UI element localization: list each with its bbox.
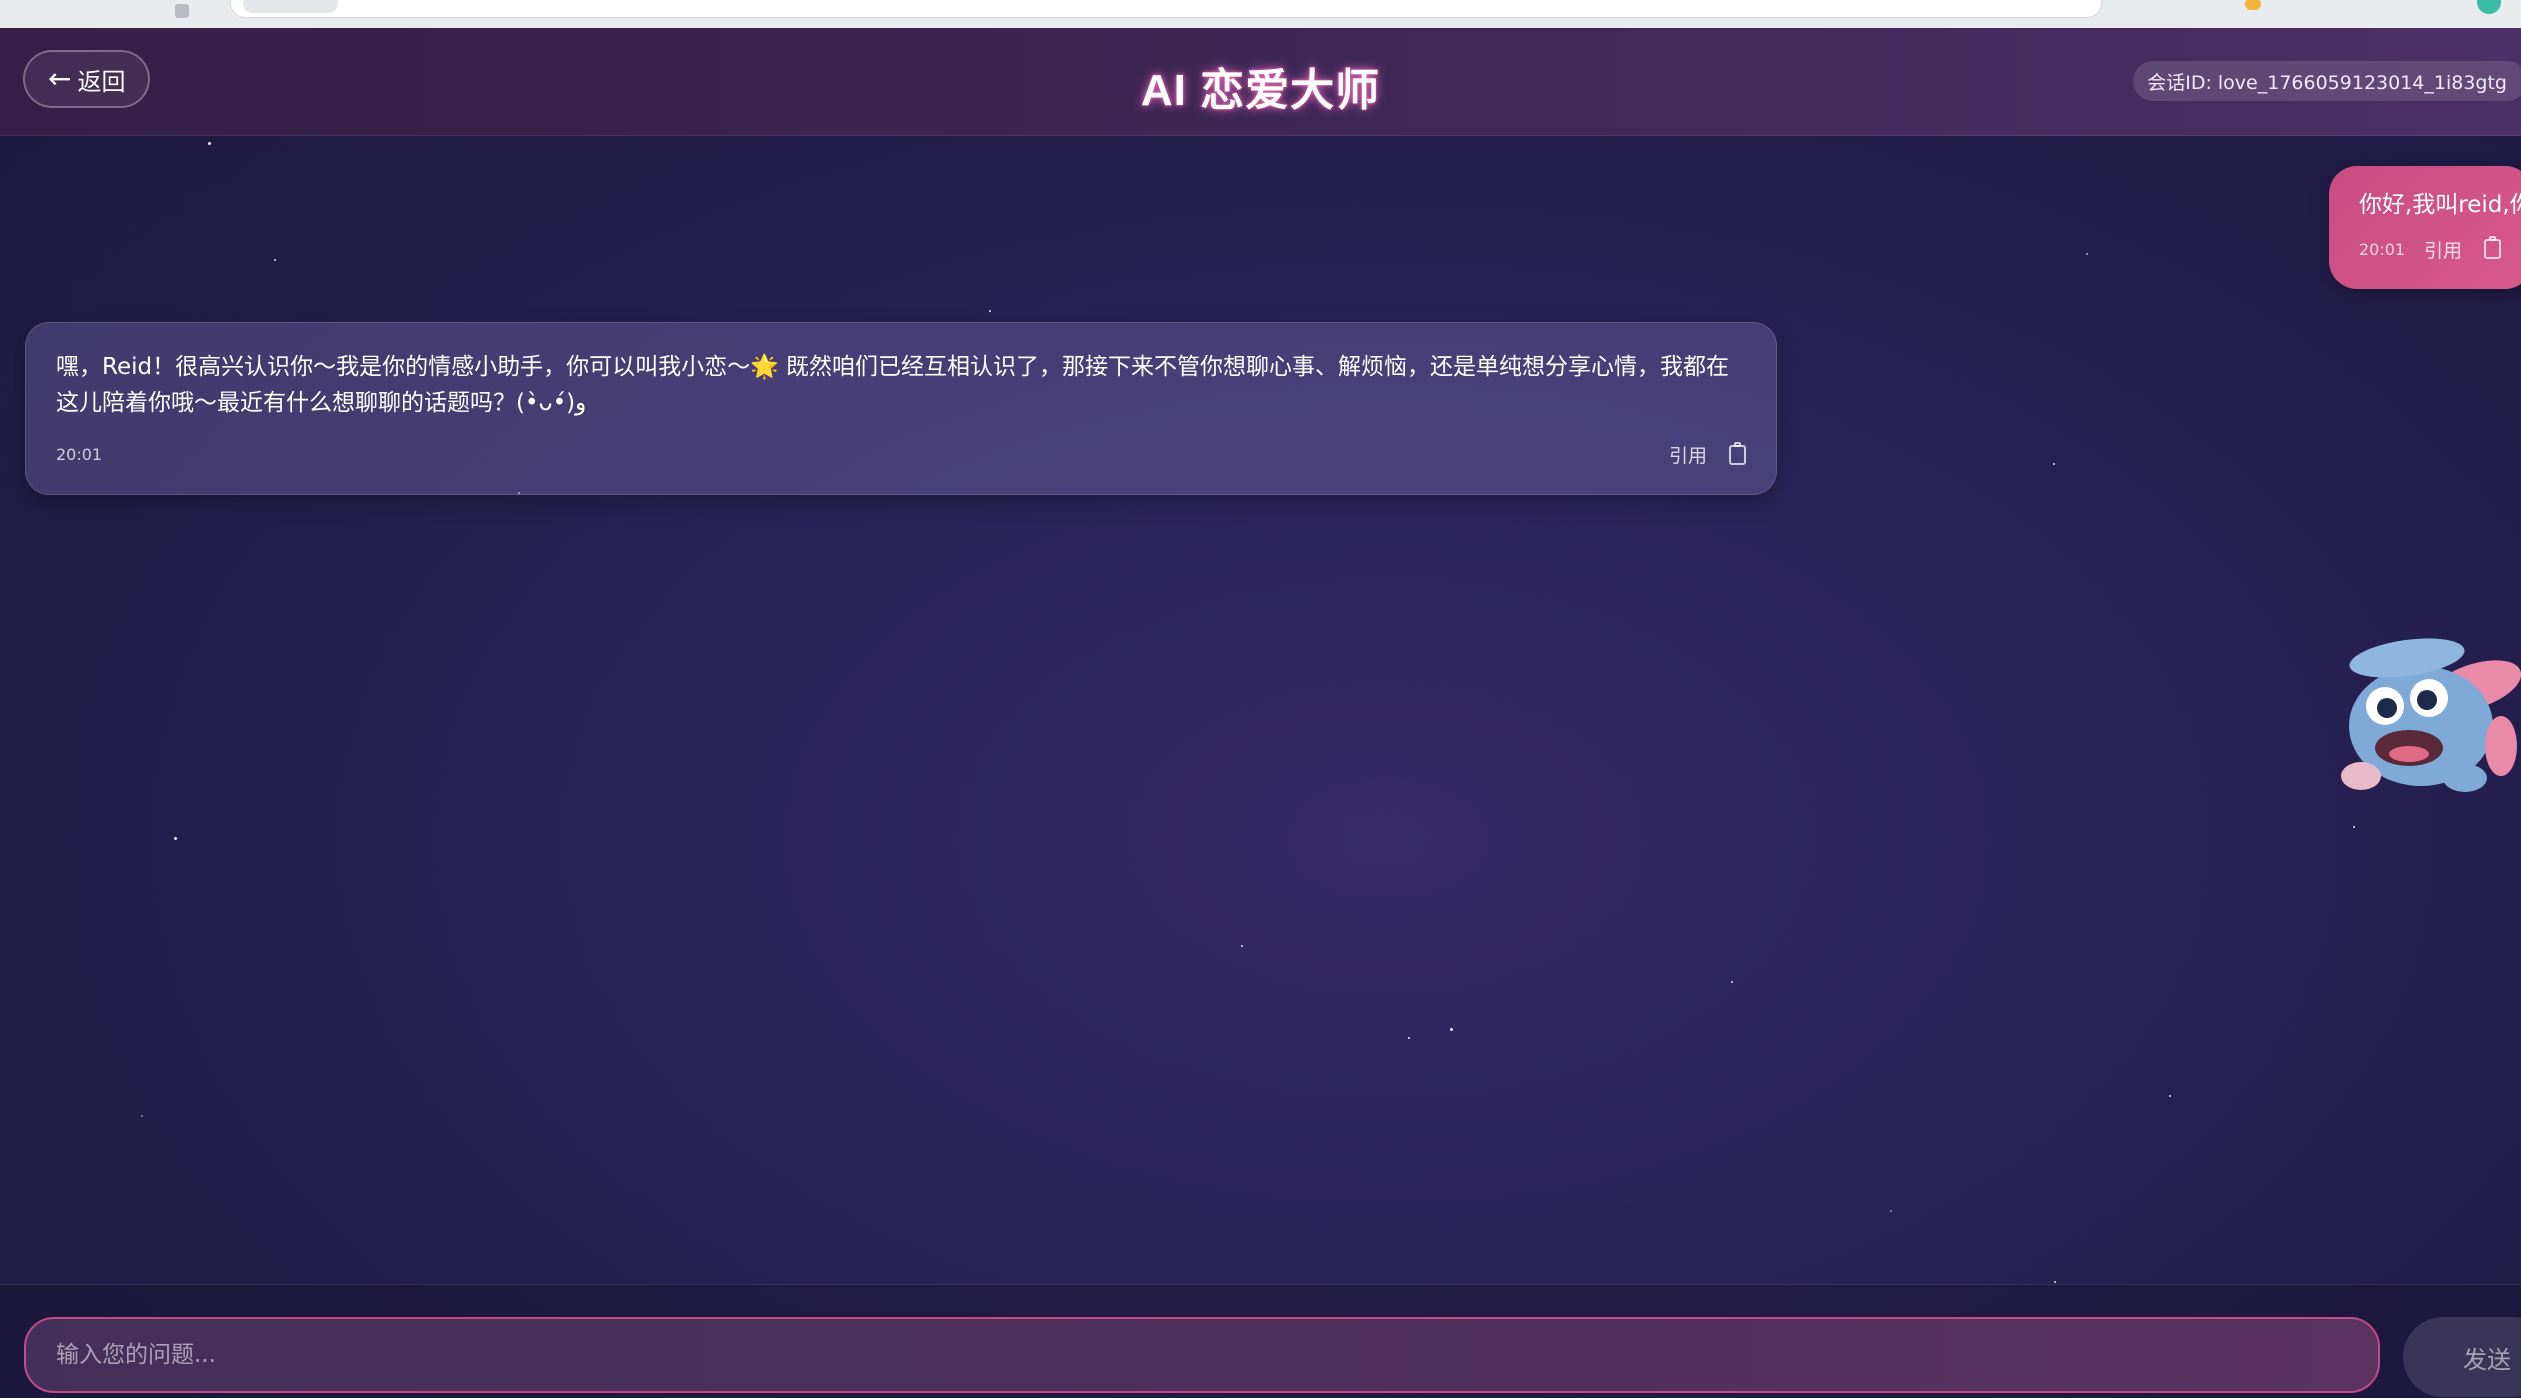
browser-toolbar [0,0,2521,28]
message-input[interactable] [24,1317,2380,1393]
chat-messages[interactable]: 你好,我叫reid,你呢 20:01 引用 嘿，Reid！很高兴认识你～我是你的… [0,136,2521,1284]
message-composer: 发送 [0,1284,2521,1398]
assistant-message: 嘿，Reid！很高兴认识你～我是你的情感小助手，你可以叫我小恋～🌟 既然咱们已经… [25,322,1777,495]
session-id-text: 会话ID: love_1766059123014_1i83gtg [2147,71,2507,94]
assistant-message-text: 嘿，Reid！很高兴认识你～我是你的情感小助手，你可以叫我小恋～🌟 既然咱们已经… [56,354,1730,416]
grid-icon [175,4,189,18]
message-actions: 引用 [2424,236,2501,263]
message-meta: 20:01 引用 [56,441,1746,468]
message-time: 20:01 [2359,239,2406,259]
user-message-text: 你好,我叫reid,你呢 [2359,192,2521,218]
message-actions: 引用 [1669,441,1746,468]
message-meta: 20:01 引用 [2359,236,2501,263]
user-message: 你好,我叫reid,你呢 20:01 引用 [2329,166,2521,289]
clipboard-icon[interactable] [1729,441,1746,465]
clipboard-icon[interactable] [2484,236,2501,260]
warning-icon [2245,0,2261,10]
message-time: 20:01 [56,445,103,464]
quote-button[interactable]: 引用 [2424,236,2462,263]
mascot-sticker [2341,638,2521,792]
browser-address-bar[interactable] [230,0,2102,18]
send-button[interactable]: 发送 [2403,1317,2521,1397]
app-header: ← 返回 AI 恋爱大师 会话ID: love_1766059123014_1i… [0,28,2521,136]
session-id-badge: 会话ID: love_1766059123014_1i83gtg [2133,61,2521,101]
quote-button[interactable]: 引用 [1669,441,1707,468]
site-info-chip[interactable] [243,0,338,13]
profile-avatar[interactable] [2477,0,2501,14]
